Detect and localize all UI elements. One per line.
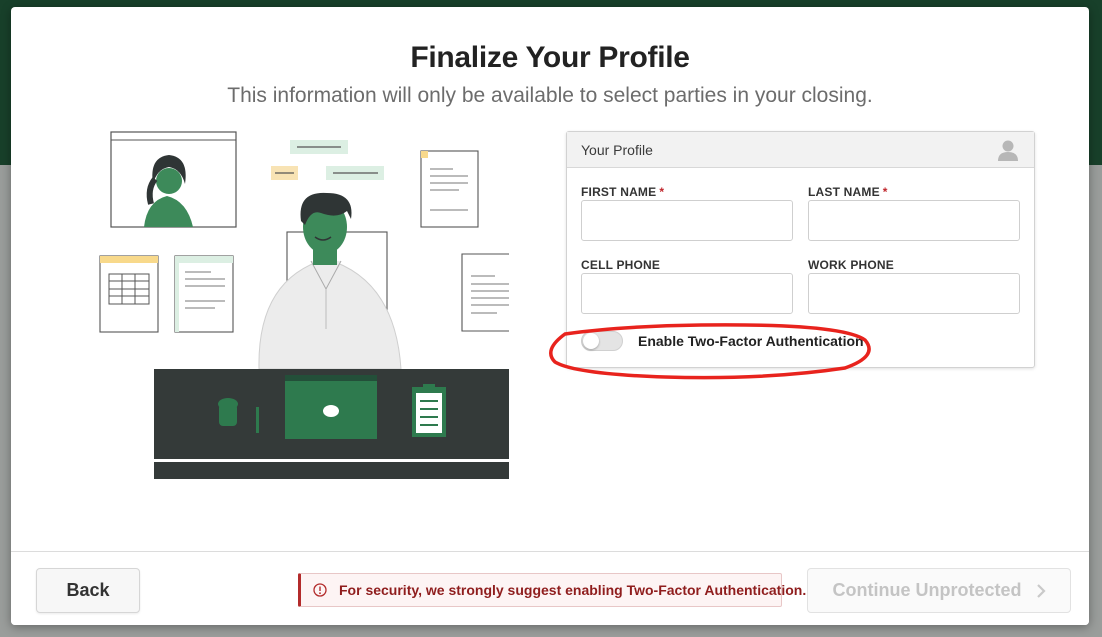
last-name-input[interactable] xyxy=(808,200,1020,241)
two-factor-toggle[interactable] xyxy=(581,331,623,351)
cell-phone-input[interactable] xyxy=(581,273,793,314)
list-document xyxy=(174,255,234,333)
required-marker: * xyxy=(659,185,665,199)
clipboard xyxy=(412,384,446,437)
person-at-desk-illustration xyxy=(99,131,509,479)
document-top xyxy=(420,150,479,228)
info-circle-icon xyxy=(313,583,327,597)
two-factor-row: Enable Two-Factor Authentication xyxy=(581,331,864,351)
modal-footer: Back For security, we strongly suggest e… xyxy=(11,551,1089,625)
chevron-right-icon xyxy=(1036,583,1046,598)
profile-card: Your Profile FIRST NAME * LAST NAME * CELL… xyxy=(566,131,1035,368)
document-right xyxy=(461,253,509,332)
first-name-input[interactable] xyxy=(581,200,793,241)
continue-label: Continue Unprotected xyxy=(832,580,1022,600)
security-warning-banner: For security, we strongly suggest enabli… xyxy=(298,573,806,607)
finalize-profile-modal: Finalize Your Profile This information w… xyxy=(11,7,1089,625)
two-factor-label[interactable]: Enable Two-Factor Authentication xyxy=(638,333,864,349)
modal-subtitle: This information will only be available … xyxy=(227,84,873,107)
required-marker: * xyxy=(882,185,888,199)
spreadsheet-document xyxy=(99,255,159,333)
video-call-window xyxy=(110,131,237,228)
back-button[interactable]: Back xyxy=(36,568,140,613)
profile-card-title: Your Profile xyxy=(581,141,653,158)
modal-title: Finalize Your Profile xyxy=(410,41,690,74)
work-phone-input[interactable] xyxy=(808,273,1020,314)
work-phone-label: WORK PHONE xyxy=(808,258,894,272)
continue-unprotected-button[interactable]: Continue Unprotected xyxy=(807,568,1071,613)
user-silhouette-icon xyxy=(998,140,1018,161)
toggle-knob xyxy=(583,333,599,349)
first-name-label: FIRST NAME * xyxy=(581,185,665,199)
profile-card-header: Your Profile xyxy=(567,132,1034,168)
last-name-label: LAST NAME * xyxy=(808,185,888,199)
laptop xyxy=(285,375,377,439)
security-warning-text: For security, we strongly suggest enabli… xyxy=(339,582,807,598)
cell-phone-label: CELL PHONE xyxy=(581,258,661,272)
